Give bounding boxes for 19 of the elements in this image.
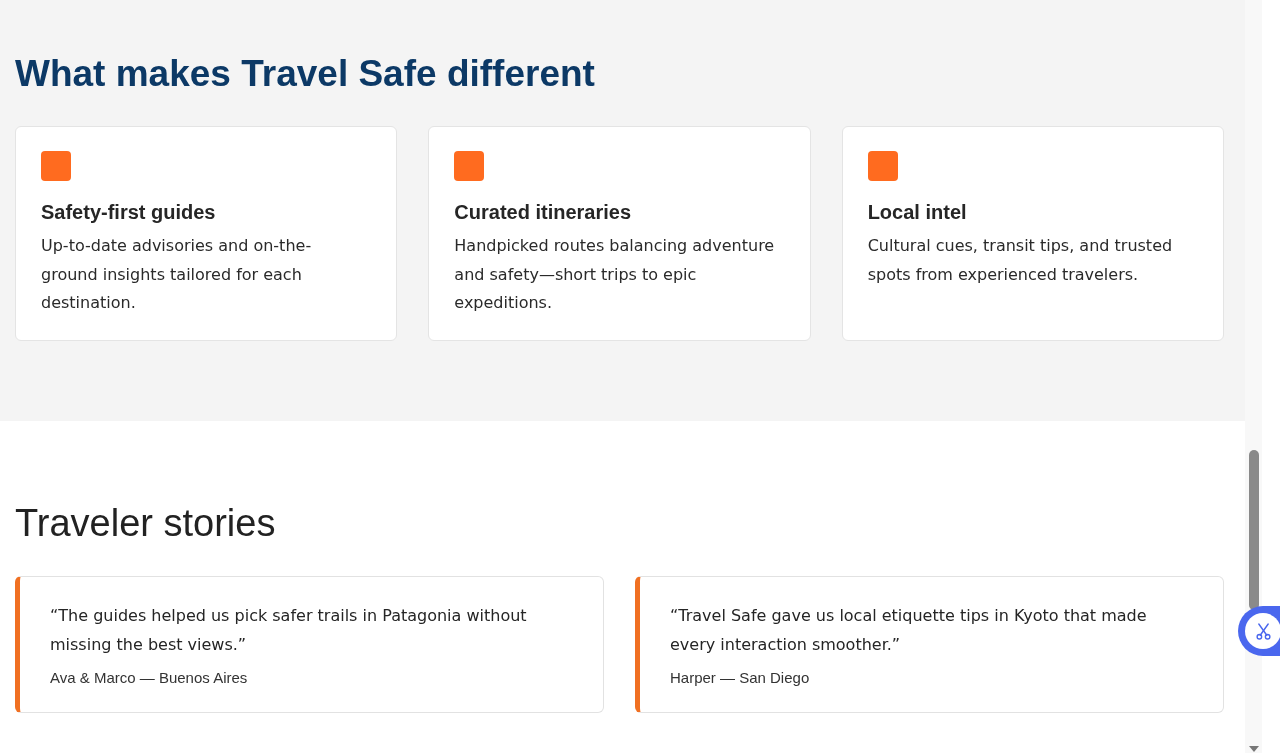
feature-title: Curated itineraries: [454, 201, 633, 223]
feature-description: Handpicked routes balancing adventure and safety—short trips to epic expeditions.: [454, 235, 776, 314]
testimonial-author: Ava & Marco — Buenos Aires: [50, 668, 249, 688]
feature-title: Local intel: [867, 201, 968, 223]
feature-title: Safety-first guides: [41, 201, 217, 223]
section-heading: Traveler stories: [15, 501, 277, 546]
scroll-down-arrow-icon[interactable]: [1248, 746, 1259, 752]
square-icon: [454, 151, 485, 181]
square-icon: [41, 151, 71, 181]
scissors-button[interactable]: [1238, 606, 1280, 656]
feature-description: Up-to-date advisories and on-the-ground insights tailored for each destination.: [41, 235, 313, 314]
scissors-icon: [1255, 622, 1271, 640]
testimonial-quote: “The guides helped us pick safer trails in Patagonia without missing the best views.”: [50, 605, 528, 656]
square-icon: [867, 151, 898, 181]
section-heading: What makes Travel Safe different: [15, 52, 596, 95]
feature-description: Cultural cues, transit tips, and trusted spots from experienced travelers.: [867, 235, 1174, 286]
testimonial-quote: “Travel Safe gave us local etiquette tips in Kyoto that made every interaction smoother.”: [670, 605, 1148, 656]
testimonial-author: Harper — San Diego: [670, 668, 811, 688]
scrollbar-thumb[interactable]: [1248, 450, 1259, 610]
